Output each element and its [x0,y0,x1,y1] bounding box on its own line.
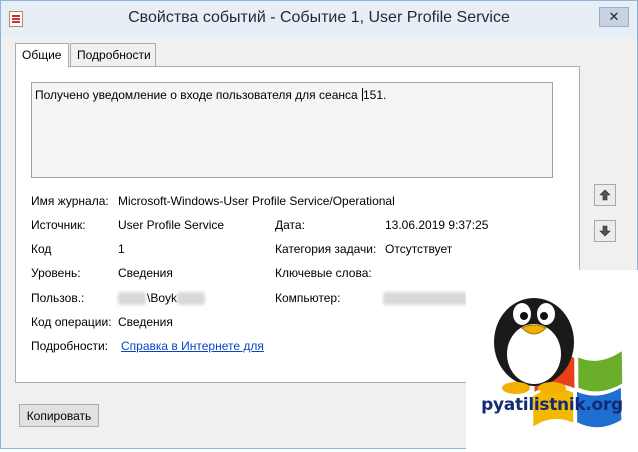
task-category-value: Отсутствует [385,242,453,256]
user-label: Пользов.: [31,291,85,305]
next-event-button[interactable] [594,220,616,242]
log-name-value: Microsoft-Windows-User Profile Service/O… [118,194,395,208]
previous-event-button[interactable] [594,184,616,206]
event-description-box[interactable]: Получено уведомление о входе пользовател… [31,82,553,178]
code-label: Код [31,242,52,256]
online-help-link[interactable]: Справка в Интернете для [121,339,264,353]
tab-general[interactable]: Общие [15,43,69,68]
window-title: Свойства событий - Событие 1, User Profi… [128,9,510,26]
level-label: Уровень: [31,266,81,280]
copy-button[interactable]: Копировать [19,404,99,427]
date-value: 13.06.2019 9:37:25 [385,218,489,232]
title-bar[interactable]: Свойства событий - Событие 1, User Profi… [1,1,637,37]
arrow-up-icon [599,189,611,201]
description-text-start: Получено уведомление о входе пользовател… [35,88,361,102]
penguin-windows-icon [494,298,623,428]
watermark-text: pyatilistnik.org [481,395,623,415]
redacted-username [177,292,205,305]
redacted-computer [383,292,467,305]
date-label: Дата: [275,218,305,232]
details-label: Подробности: [31,339,109,353]
opcode-label: Код операции: [31,315,112,329]
source-value: User Profile Service [118,218,225,232]
opcode-value: Сведения [118,315,173,329]
close-button[interactable]: ✕ [599,7,629,27]
log-name-label: Имя журнала: [31,194,109,208]
level-value: Сведения [118,266,173,280]
user-value: \Boyk [147,291,178,305]
tab-details[interactable]: Подробности [70,43,156,67]
code-value: 1 [118,242,125,256]
description-text-end: 151. [363,88,387,102]
source-label: Источник: [31,218,86,232]
computer-label: Компьютер: [275,291,341,305]
arrow-down-icon [599,225,611,237]
task-category-label: Категория задачи: [275,242,377,256]
redacted-domain [118,292,146,305]
watermark-logo: pyatilistnik.org [466,270,638,449]
keywords-label: Ключевые слова: [275,266,372,280]
close-icon: ✕ [608,9,620,24]
